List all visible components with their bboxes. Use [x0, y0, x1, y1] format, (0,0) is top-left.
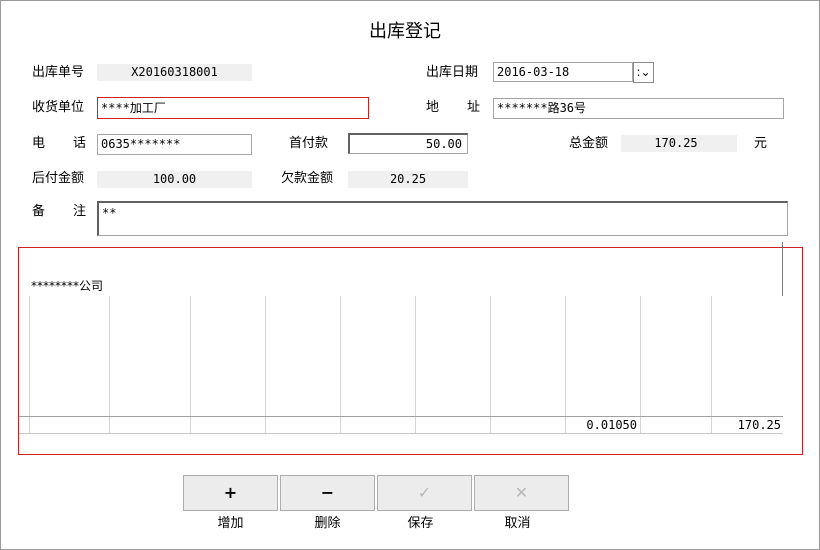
grid-column-line — [490, 296, 491, 434]
date-dropdown-button[interactable]: :⌄ — [633, 62, 654, 83]
grid-column-line — [190, 296, 191, 434]
arrears-label: 欠款金额 — [281, 171, 334, 186]
minus-icon: − — [320, 483, 335, 502]
add-button-label[interactable]: 增加 — [183, 515, 278, 533]
remark-input[interactable]: ** — [97, 201, 788, 236]
down-payment-label: 首付款 — [289, 136, 329, 151]
cancel-button[interactable]: ✕ — [474, 475, 569, 511]
grid-footer-top-line — [19, 416, 783, 417]
arrears-value: 20.25 — [348, 171, 468, 188]
footer-amount-total: 170.25 — [737, 418, 781, 432]
grid-column-line — [109, 296, 110, 434]
cancel-button-label[interactable]: 取消 — [470, 515, 565, 533]
detail-grid[interactable]: ********公司 0.01050 170.25 — [18, 242, 803, 455]
total-unit: 元 — [754, 136, 768, 151]
grid-column-line — [640, 296, 641, 434]
down-payment-input[interactable]: 50.00 — [348, 133, 468, 154]
delete-button[interactable]: − — [280, 475, 375, 511]
window-title: 出库登记 — [369, 21, 441, 42]
footer-qty-total: 0.01050 — [586, 418, 637, 432]
total-label: 总金额 — [569, 136, 609, 151]
address-input[interactable]: *******路36号 — [493, 98, 784, 119]
later-payment-value: 100.00 — [97, 171, 252, 188]
chevron-down-icon: :⌄ — [636, 65, 651, 79]
checkmark-icon: ✓ — [417, 483, 432, 502]
grid-scroll-indicator — [782, 242, 783, 296]
add-button[interactable]: + — [183, 475, 278, 511]
later-payment-label: 后付金额 — [32, 171, 85, 186]
order-no-value: X20160318001 — [97, 64, 252, 81]
grid-column-line — [415, 296, 416, 434]
grid-column-line — [29, 296, 30, 434]
grid-column-line — [265, 296, 266, 434]
grid-column-line — [565, 296, 566, 434]
order-no-label: 出库单号 — [32, 65, 85, 80]
receiver-label: 收货单位 — [32, 100, 85, 115]
date-input[interactable]: 2016-03-18 — [493, 62, 633, 82]
grid-footer-bottom-line — [19, 433, 783, 434]
company-text: ********公司 — [31, 279, 104, 293]
phone-input[interactable]: 0635******* — [97, 134, 252, 155]
grid-column-line — [711, 296, 712, 434]
date-label: 出库日期 — [426, 65, 479, 80]
save-button[interactable]: ✓ — [377, 475, 472, 511]
save-button-label[interactable]: 保存 — [373, 515, 468, 533]
receiver-input[interactable]: ****加工厂 — [97, 97, 369, 119]
grid-column-line — [340, 296, 341, 434]
close-icon: ✕ — [514, 483, 529, 502]
plus-icon: + — [223, 483, 238, 502]
delete-button-label[interactable]: 删除 — [280, 515, 375, 533]
total-value: 170.25 — [621, 135, 737, 152]
